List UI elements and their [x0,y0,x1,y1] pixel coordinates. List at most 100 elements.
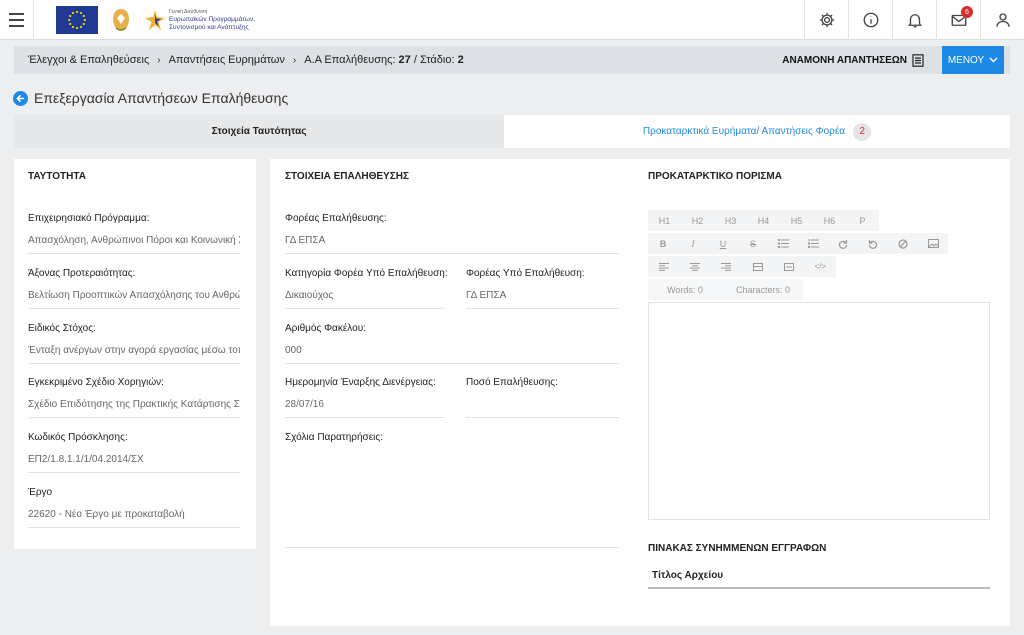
verification-number-label: Α.Α Επαλήθευσης: [304,54,396,66]
file-number-label: Αριθμός Φακέλου: [285,323,366,334]
align-right-icon[interactable] [711,256,742,277]
awaiting-responses-label: ΑΝΑΜΟΝΗ ΑΠΑΝΤΗΣΕΩΝ [782,54,907,66]
undo-icon[interactable] [858,233,888,254]
menu-button[interactable]: ΜΕΝΟΥ [942,46,1004,74]
org-line3: Συντονισμού και Ανάπτυξης [169,23,249,31]
breadcrumb-item-findings[interactable]: Απαντήσεις Ευρημάτων [169,54,285,66]
italic-icon[interactable]: I [678,233,708,254]
verified-entity-value: ΓΔ ΕΠΣΑ [466,290,619,309]
file-title-column-header[interactable]: Τίτλος Αρχείου [652,570,723,581]
heading4-button[interactable]: H4 [747,210,780,231]
tab-findings-label: Προκαταρκτικά Ευρήματα/ Απαντήσεις Φορέα [642,126,846,137]
info-button[interactable] [848,0,892,40]
chevron-down-icon [989,57,998,63]
settings-button[interactable] [804,0,848,40]
verification-body-label: Φορέας Επαλήθευσης: [285,213,387,224]
breadcrumb-bar: Έλεγχοι & Επαληθεύσεις › Απαντήσεις Ευρη… [14,46,1010,74]
top-bar: Γενική Διεύθυνση Ευρωπαϊκών Προγραμμάτων… [0,0,1024,40]
hamburger-menu-icon[interactable] [0,0,34,40]
bell-icon [907,14,922,28]
call-code-label: Κωδικός Πρόσκλησης: [28,432,128,443]
breadcrumb: Έλεγχοι & Επαληθεύσεις › Απαντήσεις Ευρη… [14,54,464,66]
operational-programme-value: Απασχόληση, Ανθρώπινοι Πόροι και Κοινωνι… [28,235,240,254]
project-label: Έργο [28,487,53,498]
specific-objective-value: Ένταξη ανέργων στην αγορά εργασίας μέσω … [28,345,240,364]
code-view-icon[interactable]: </> [805,256,836,277]
align-left-icon[interactable] [648,256,679,277]
editor-toolbar-headings: H1 H2 H3 H4 H5 H6 P [648,210,879,231]
table-icon[interactable] [742,256,773,277]
bold-icon[interactable]: B [648,233,678,254]
conclusion-editor[interactable] [648,302,990,520]
align-center-icon[interactable] [679,256,710,277]
org-star-icon [145,10,165,30]
arrow-left-icon [16,94,25,102]
cyprus-emblem-logo [110,6,132,34]
heading1-button[interactable]: H1 [648,210,681,231]
grant-scheme-value: Σχέδιο Επιδότησης της Πρακτικής Κατάρτισ… [28,399,240,418]
editor-toolbar-format: B I U S [648,233,948,254]
messages-button[interactable]: 6 [936,0,980,40]
document-list-icon [912,53,924,67]
back-button[interactable] [13,90,28,106]
project-value: 22620 - Νέο Έργο με προκαταβολή [28,509,240,528]
user-icon [995,13,1010,27]
comments-field[interactable] [285,547,619,548]
grant-scheme-label: Εγκεκριμένο Σχέδιο Χορηγιών: [28,377,164,388]
user-profile-button[interactable] [980,0,1024,40]
file-number-value: 000 [285,345,619,364]
verification-amount-label: Ποσό Επαλήθευσης: [466,377,558,388]
verification-details-title: ΣΤΟΙΧΕΙΑ ΕΠΑΛΗΘΕΥΣΗΣ [285,171,409,182]
attachments-table-header: Τίτλος Αρχείου [648,562,990,589]
character-count: Characters: 0 [736,285,791,295]
paragraph-button[interactable]: P [846,210,879,231]
bullet-list-icon[interactable] [768,233,798,254]
strikethrough-icon[interactable]: S [738,233,768,254]
chevron-right-icon: › [157,54,161,66]
tab-identity-details[interactable]: Στοιχεία Ταυτότητας [14,115,504,148]
identity-panel-title: ΤΑΥΤΟΤΗΤΑ [28,171,86,182]
chevron-right-icon: › [292,54,297,66]
heading6-button[interactable]: H6 [813,210,846,231]
heading5-button[interactable]: H5 [780,210,813,231]
page-title: Επεξεργασία Απαντήσεων Επαλήθευσης [34,90,289,106]
verification-number: 27 [398,54,411,66]
redo-icon[interactable] [828,233,858,254]
org-line2: Ευρωπαϊκών Προγραμμάτων, [169,16,256,24]
preliminary-conclusion-title: ΠΡΟΚΑΤΑΡΚΤΙΚΟ ΠΟΡΙΣΜΑ [648,171,782,182]
clear-format-icon[interactable] [888,233,918,254]
editor-toolbar-align: </> [648,256,836,277]
verified-entity-label: Φορέας Υπό Επαλήθευση: [466,268,585,279]
start-date-value: 28/07/16 [285,399,445,418]
horizontal-rule-icon[interactable] [773,256,804,277]
notifications-button[interactable] [892,0,936,40]
start-date-label: Ημερομηνία Έναρξης Διενέργειας: [285,377,436,388]
header-logos: Γενική Διεύθυνση Ευρωπαϊκών Προγραμμάτων… [56,5,255,35]
page-title-row: Επεξεργασία Απαντήσεων Επαλήθευσης [13,89,288,107]
eu-flag-logo [56,6,98,34]
findings-count-badge: 2 [853,122,872,141]
breadcrumb-item-checks[interactable]: Έλεγχοι & Επαληθεύσεις [28,54,149,66]
attachments-table-title: ΠΙΝΑΚΑΣ ΣΥΝΗΜΜΕΝΩΝ ΕΓΓΡΑΦΩΝ [648,543,827,554]
info-icon [863,12,878,28]
tab-preliminary-findings[interactable]: Προκαταρκτικά Ευρήματα/ Απαντήσεις Φορέα… [504,115,1010,148]
heading2-button[interactable]: H2 [681,210,714,231]
priority-axis-value: Βελτίωση Προοπτικών Απασχόλησης του Ανθρ… [28,290,240,309]
verification-panel: ΣΤΟΙΧΕΙΑ ΕΠΑΛΗΘΕΥΣΗΣ Φορέας Επαλήθευσης:… [270,159,1010,626]
identity-panel: ΤΑΥΤΟΤΗΤΑ Επιχειρησιακό Πρόγραμμα: Απασχ… [14,159,256,549]
call-code-value: ΕΠ2/1.8.1.1/1/04.2014/ΣΧ [28,454,240,473]
specific-objective-label: Ειδικός Στόχος: [28,323,96,334]
entity-category-value: Δικαιούχος [285,290,445,309]
entity-category-label: Κατηγορία Φορέα Υπό Επαλήθευση: [285,268,448,279]
gear-icon [819,12,834,28]
numbered-list-icon[interactable] [798,233,828,254]
awaiting-responses-status[interactable]: ΑΝΑΜΟΝΗ ΑΠΑΝΤΗΣΕΩΝ [782,46,924,74]
breadcrumb-item-current: Α.Α Επαλήθευσης: 27 / Στάδιο: 2 [304,54,463,66]
underline-icon[interactable]: U [708,233,738,254]
heading3-button[interactable]: H3 [714,210,747,231]
image-icon[interactable] [918,233,948,254]
stage-label: / Στάδιο: [413,54,455,66]
priority-axis-label: Άξονας Προτεραιότητας: [28,268,136,279]
word-count: Words: 0 [667,285,703,295]
stage-number: 2 [457,54,464,66]
